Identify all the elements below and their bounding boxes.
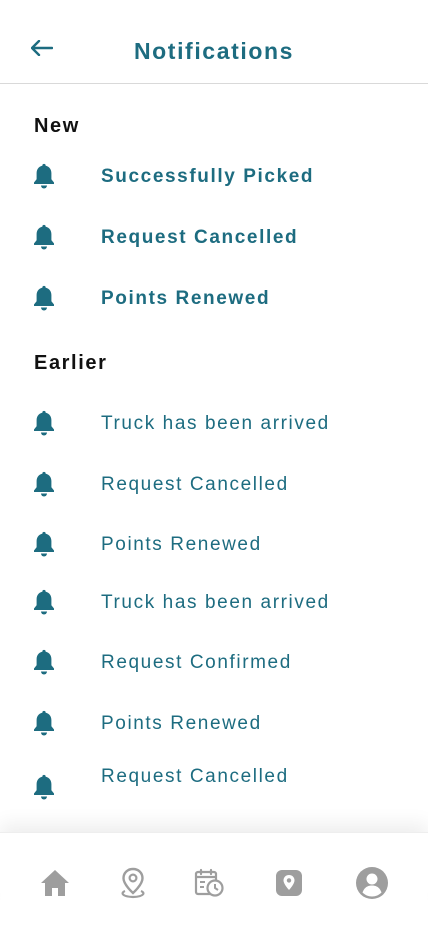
- notification-label: Request Cancelled: [101, 227, 299, 248]
- notification-label: Truck has been arrived: [101, 592, 330, 613]
- header: Notifications: [0, 0, 428, 84]
- notifications-screen: Notifications New Successfully Picked Re…: [0, 0, 428, 926]
- notification-label: Request Cancelled: [101, 474, 289, 495]
- notification-item[interactable]: Request Cancelled: [30, 766, 410, 808]
- nav-schedule[interactable]: [189, 863, 229, 903]
- bell-icon: [30, 471, 58, 499]
- notification-label: Truck has been arrived: [101, 413, 330, 434]
- nav-location[interactable]: [113, 863, 153, 903]
- notification-item[interactable]: Truck has been arrived: [30, 583, 410, 623]
- section-title-new: New: [34, 115, 80, 137]
- page-title: Notifications: [133, 38, 295, 64]
- notification-label: Points Renewed: [101, 534, 262, 555]
- notification-item[interactable]: Request Confirmed: [30, 643, 410, 683]
- bell-icon: [30, 649, 58, 677]
- bell-icon: [30, 531, 58, 559]
- notification-label: Request Cancelled: [101, 766, 289, 787]
- bell-icon: [30, 410, 58, 438]
- notification-label: Points Renewed: [101, 288, 271, 309]
- bell-icon: [30, 710, 58, 738]
- nav-home[interactable]: [35, 863, 75, 903]
- bell-icon: [30, 224, 58, 252]
- notification-item[interactable]: Request Cancelled: [30, 218, 410, 258]
- notification-item[interactable]: Points Renewed: [30, 279, 410, 319]
- location-pin-icon: [121, 867, 145, 899]
- notification-label: Request Confirmed: [101, 652, 292, 673]
- profile-icon: [356, 867, 388, 899]
- notification-item[interactable]: Points Renewed: [30, 525, 410, 565]
- bottom-nav: [0, 832, 428, 926]
- nav-pickup[interactable]: [269, 863, 309, 903]
- bell-icon: [30, 163, 58, 191]
- bell-icon: [30, 774, 58, 802]
- bell-icon: [30, 285, 58, 313]
- notification-item[interactable]: Points Renewed: [30, 704, 410, 744]
- bell-icon: [30, 589, 58, 617]
- section-title-earlier: Earlier: [34, 352, 108, 374]
- notification-item[interactable]: Truck has been arrived: [30, 404, 410, 444]
- nav-profile[interactable]: [352, 863, 392, 903]
- notification-label: Points Renewed: [101, 713, 262, 734]
- notification-label: Successfully Picked: [101, 166, 315, 187]
- notification-item[interactable]: Request Cancelled: [30, 465, 410, 505]
- home-icon: [41, 870, 69, 896]
- schedule-icon: [194, 868, 224, 897]
- map-pin-icon: [276, 870, 302, 896]
- notification-item[interactable]: Successfully Picked: [30, 157, 410, 197]
